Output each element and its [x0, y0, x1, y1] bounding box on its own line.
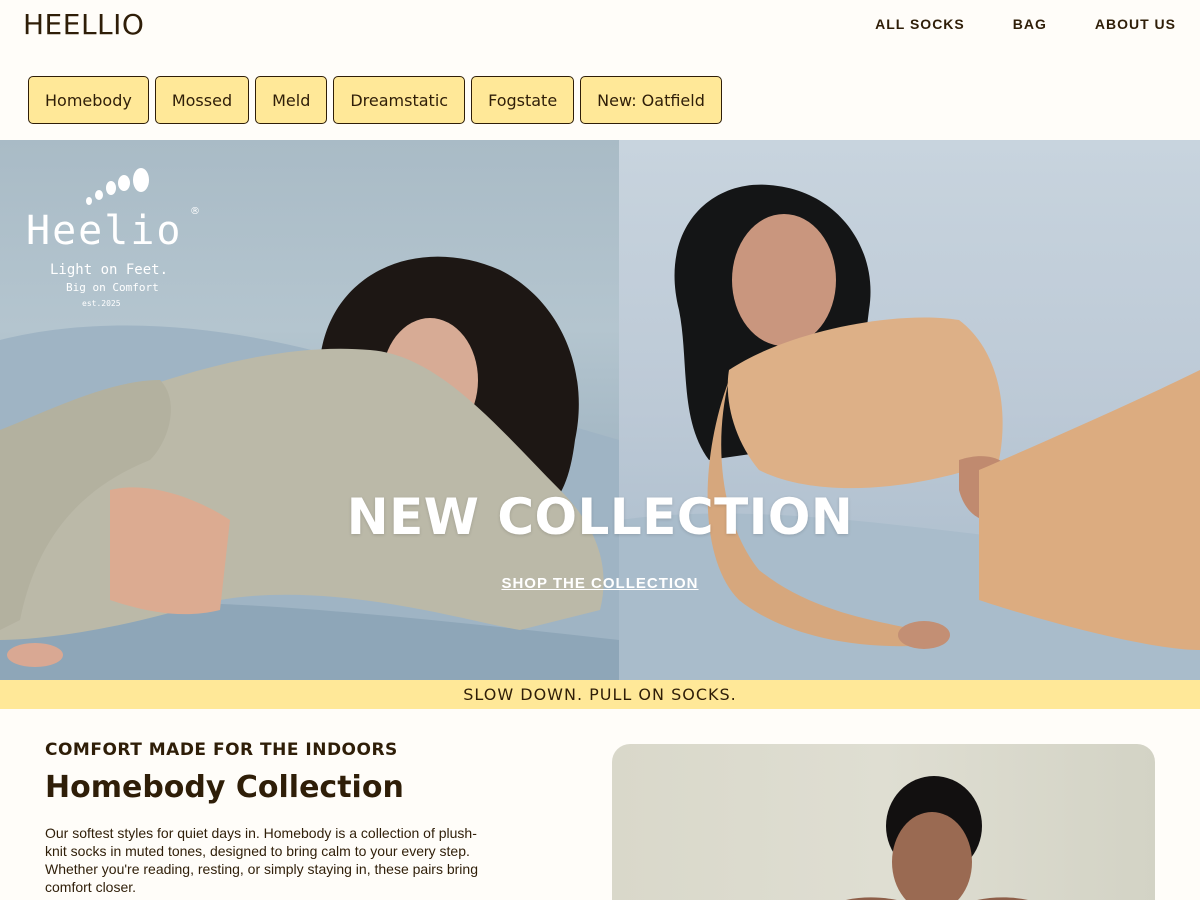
hero-cta-wrapper: SHOP THE COLLECTION: [0, 575, 1200, 592]
logo-registered-mark: ®: [190, 206, 200, 217]
logo-est: est.2025: [82, 299, 121, 308]
collection-filter-bar: Homebody Mossed Meld Dreamstatic Fogstat…: [28, 76, 722, 124]
hero-photo-right: [619, 140, 1200, 680]
model-in-peach-sweater-image: [619, 184, 1200, 680]
hero-banner: Heelio ® Light on Feet. Big on Comfort e…: [0, 140, 1200, 680]
model-portrait-image: [846, 776, 1028, 900]
collection-pill-meld[interactable]: Meld: [255, 76, 328, 124]
collection-pill-dreamstatic[interactable]: Dreamstatic: [333, 76, 466, 124]
site-header: HEELLIO ALL SOCKS BAG ABOUT US: [0, 0, 1200, 48]
collection-pill-oatfield[interactable]: New: Oatfield: [580, 76, 722, 124]
nav-about-us[interactable]: ABOUT US: [1095, 16, 1176, 32]
collection-pill-fogstate[interactable]: Fogstate: [471, 76, 575, 124]
main-nav: ALL SOCKS BAG ABOUT US: [875, 16, 1176, 32]
feature-kicker: COMFORT MADE FOR THE INDOORS: [45, 740, 398, 760]
page: HEELLIO ALL SOCKS BAG ABOUT US Homebody …: [0, 0, 1200, 900]
logo-tagline-2: Big on Comfort: [66, 281, 159, 294]
nav-bag[interactable]: BAG: [1013, 16, 1047, 32]
feature-description: Our softest styles for quiet days in. Ho…: [45, 825, 478, 895]
homebody-collection-image: [612, 744, 1155, 900]
collection-pill-mossed[interactable]: Mossed: [154, 76, 250, 124]
footprint-dots-icon: [86, 168, 149, 205]
nav-all-socks[interactable]: ALL SOCKS: [875, 16, 965, 32]
brand-logo-text[interactable]: HEELLIO: [23, 8, 144, 41]
collection-pill-homebody[interactable]: Homebody: [28, 76, 149, 124]
logo-name: Heelio: [26, 208, 183, 254]
promo-banner: SLOW DOWN. PULL ON SOCKS.: [0, 680, 1200, 709]
heelio-logo: Heelio ® Light on Feet. Big on Comfort e…: [22, 164, 212, 314]
feature-title: Homebody Collection: [45, 770, 404, 805]
shop-the-collection-link[interactable]: SHOP THE COLLECTION: [501, 575, 698, 592]
hero-title: NEW COLLECTION: [346, 488, 854, 546]
logo-tagline-1: Light on Feet.: [50, 262, 169, 278]
